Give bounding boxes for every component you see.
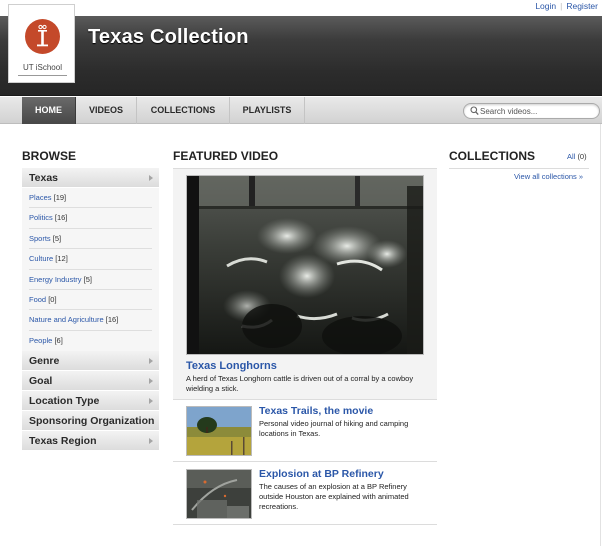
subcategory-count: [5] [52,233,62,243]
chevron-right-icon [149,438,153,445]
featured-video-title[interactable]: Texas Longhorns [186,360,277,372]
subcategory-item: Energy Industry [5] [29,270,152,290]
video-title[interactable]: Texas Trails, the movie [259,405,373,417]
texas-trails-thumbnail-image [187,407,251,455]
browse-sidebar: Texas Places [19] Politics [16] Sports [… [22,168,159,452]
subcategory-link[interactable]: Nature and Agriculture [29,315,104,324]
video-description: Personal video journal of hiking and cam… [259,419,409,438]
link-separator: | [560,1,563,11]
featured-video-description: A herd of Texas Longhorn cattle is drive… [186,374,414,393]
search-box[interactable] [463,103,600,119]
register-link[interactable]: Register [566,1,598,11]
search-input[interactable] [480,105,595,117]
chevron-right-icon [149,175,153,181]
video-list-item: Texas Trails, the movie Personal video j… [173,400,437,462]
nav-collections[interactable]: COLLECTIONS [137,97,230,124]
category-label: Sponsoring Organization [29,415,155,428]
video-thumbnail[interactable] [186,406,252,456]
subcategory-count: [5] [83,274,92,284]
category-genre[interactable]: Genre [22,351,159,372]
subcategory-count: [12] [55,254,68,264]
site-header: Texas Collection [0,16,602,96]
collections-all-link[interactable]: All (0) [567,152,587,161]
collections-all-label: All [567,152,576,161]
nav-home[interactable]: HOME [22,97,76,124]
ischool-logo[interactable]: UT iSchool [8,4,75,83]
category-label: Texas Region [29,435,97,448]
login-link[interactable]: Login [535,1,556,11]
logo-text: UT iSchool [23,63,62,72]
featured-video-card: Texas Longhorns A herd of Texas Longhorn… [173,169,437,400]
subcategory-link[interactable]: Politics [29,213,53,222]
subcategory-item: Nature and Agriculture [16] [29,310,152,331]
site-title: Texas Collection [88,26,249,48]
subcategory-count: [0] [48,294,57,304]
collections-heading: COLLECTIONS [449,149,535,163]
video-description: The causes of an explosion at a BP Refin… [259,482,409,511]
subcategory-link[interactable]: People [29,336,52,345]
refinery-explosion-thumbnail-image [187,470,251,518]
account-links: Login | Register [535,1,598,11]
chevron-right-icon [149,398,153,405]
category-label: Genre [29,355,60,368]
subcategory-link[interactable]: Sports [29,234,51,243]
category-label: Goal [29,375,53,388]
logo-underline [18,75,67,76]
category-location-type[interactable]: Location Type [22,391,159,412]
texas-subcategory-list: Places [19] Politics [16] Sports [5] Cul… [22,188,159,352]
nav-videos[interactable]: VIDEOS [76,97,137,124]
browse-heading: BROWSE [22,149,76,163]
category-label: Location Type [29,395,100,408]
video-thumbnail[interactable] [186,469,252,519]
subcategory-item: Food [0] [29,290,152,311]
chevron-right-icon [149,358,153,365]
subcategory-item: People [6] [29,331,152,351]
nav-playlists[interactable]: PLAYLISTS [230,97,305,124]
subcategory-link[interactable]: Energy Industry [29,275,82,284]
subcategory-link[interactable]: Culture [29,254,53,263]
search-icon [470,106,479,116]
subcategory-item: Politics [16] [29,208,152,229]
page-edge [600,124,601,546]
category-goal[interactable]: Goal [22,371,159,392]
ischool-logo-icon [25,19,60,54]
subcategory-count: [19] [53,193,67,202]
category-sponsoring-organization[interactable]: Sponsoring Organization [22,411,159,432]
subcategory-link[interactable]: Food [29,295,46,304]
subcategory-count: [6] [54,335,63,345]
subcategory-item: Culture [12] [29,249,152,270]
category-texas-region[interactable]: Texas Region [22,431,159,452]
view-all-collections-link[interactable]: View all collections » [514,172,583,181]
video-list-item: Explosion at BP Refinery The causes of a… [173,463,437,525]
subcategory-count: [16] [105,315,119,325]
subcategory-link[interactable]: Places [29,193,52,202]
subcategory-count: [16] [54,213,68,223]
featured-heading: FEATURED VIDEO [173,149,279,163]
category-label: Texas [29,172,58,184]
chevron-right-icon [149,378,153,385]
divider [449,168,589,169]
longhorn-cattle-image [187,176,423,354]
video-title[interactable]: Explosion at BP Refinery [259,468,384,480]
subcategory-item: Places [19] [29,188,152,209]
featured-video-player[interactable] [186,175,424,355]
collections-count: (0) [577,152,587,161]
category-texas[interactable]: Texas [22,168,159,188]
subcategory-item: Sports [5] [29,229,152,250]
